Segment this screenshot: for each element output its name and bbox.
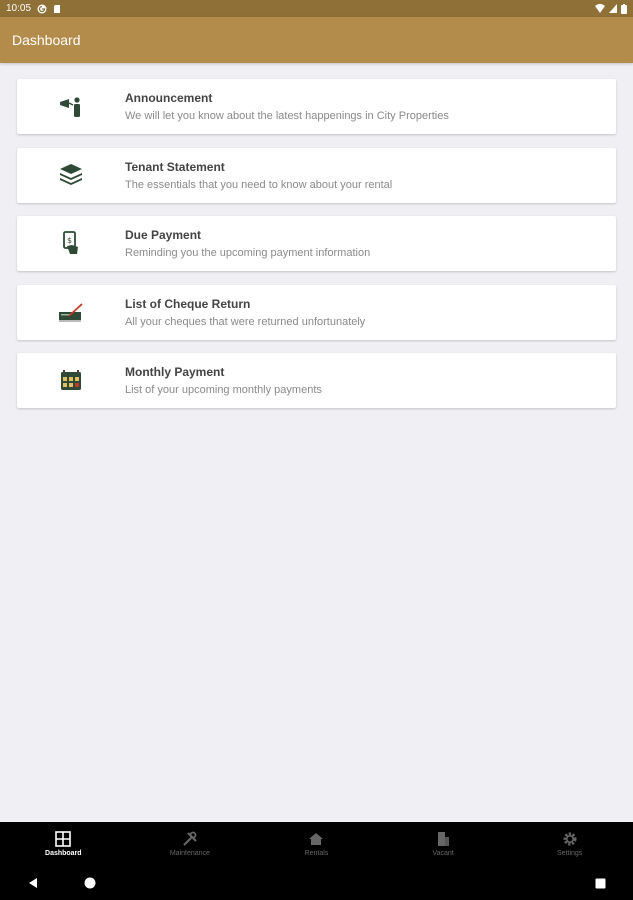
- back-triangle-icon: [29, 878, 37, 888]
- home-circle-icon: [84, 877, 96, 889]
- menu-item-announcement[interactable]: Announcement We will let you know about …: [17, 79, 616, 134]
- nav-dashboard[interactable]: Dashboard: [0, 822, 127, 866]
- menu-item-subtitle: All your cheques that were returned unfo…: [125, 315, 366, 328]
- signal-icon: [609, 4, 617, 13]
- menu-item-subtitle: The essentials that you need to know abo…: [125, 178, 393, 191]
- nav-rentals[interactable]: Rentals: [253, 822, 380, 866]
- sd-card-icon: [54, 4, 61, 13]
- stack-icon: [60, 164, 82, 185]
- grid-icon: [55, 831, 72, 847]
- menu-item-tenant-statement[interactable]: Tenant Statement The essentials that you…: [17, 147, 616, 203]
- status-bar: 10:05: [0, 0, 633, 17]
- nav-label: Vacant: [432, 850, 454, 857]
- menu-item-subtitle: List of your upcoming monthly payments: [125, 384, 322, 396]
- tools-icon: [183, 831, 197, 846]
- menu-item-title: Due Payment: [125, 228, 202, 242]
- calendar-money-icon: [61, 369, 81, 390]
- back-button[interactable]: [18, 866, 48, 900]
- menu-item-title: Monthly Payment: [125, 365, 225, 379]
- status-time: 10:05: [6, 3, 32, 14]
- cheque-pen-icon: [59, 303, 83, 322]
- bottom-navigation: Dashboard Maintenance Rentals Vacant Set…: [0, 822, 633, 866]
- nav-settings[interactable]: Settings: [506, 822, 633, 866]
- svg-text:$: $: [67, 236, 72, 245]
- nav-vacant[interactable]: Vacant: [380, 822, 507, 866]
- recents-square-icon: [595, 878, 605, 888]
- home-icon: [309, 833, 324, 845]
- megaphone-person-icon: [60, 96, 80, 117]
- nav-label: Dashboard: [45, 850, 82, 857]
- building-icon: [438, 832, 450, 846]
- menu-item-cheque-return[interactable]: List of Cheque Return All your cheques t…: [17, 284, 616, 340]
- wifi-icon: [595, 4, 605, 13]
- menu-item-title: List of Cheque Return: [125, 296, 251, 311]
- page-title: Dashboard: [12, 32, 81, 48]
- nav-label: Rentals: [304, 850, 329, 857]
- system-navigation-bar: [0, 866, 633, 900]
- menu-item-title: Announcement: [125, 91, 213, 105]
- hand-money-icon: $: [63, 230, 78, 254]
- recents-button[interactable]: [585, 866, 615, 900]
- nav-label: Settings: [557, 850, 583, 857]
- menu-item-subtitle: Reminding you the upcoming payment infor…: [125, 247, 371, 259]
- menu-item-monthly-payment[interactable]: Monthly Payment List of your upcoming mo…: [17, 353, 616, 408]
- app-bar: Dashboard: [0, 17, 633, 63]
- notification-g-icon: [37, 4, 47, 13]
- menu-item-subtitle: We will let you know about the latest ha…: [125, 110, 449, 122]
- battery-icon: [621, 3, 627, 14]
- home-button[interactable]: [75, 866, 105, 900]
- nav-label: Maintenance: [169, 850, 210, 857]
- nav-maintenance[interactable]: Maintenance: [127, 822, 254, 866]
- dashboard-menu-list: Announcement We will let you know about …: [17, 79, 616, 422]
- menu-item-title: Tenant Statement: [125, 159, 225, 174]
- gear-icon: [563, 832, 577, 846]
- menu-item-due-payment[interactable]: $ Due Payment Reminding you the upcoming…: [17, 216, 616, 271]
